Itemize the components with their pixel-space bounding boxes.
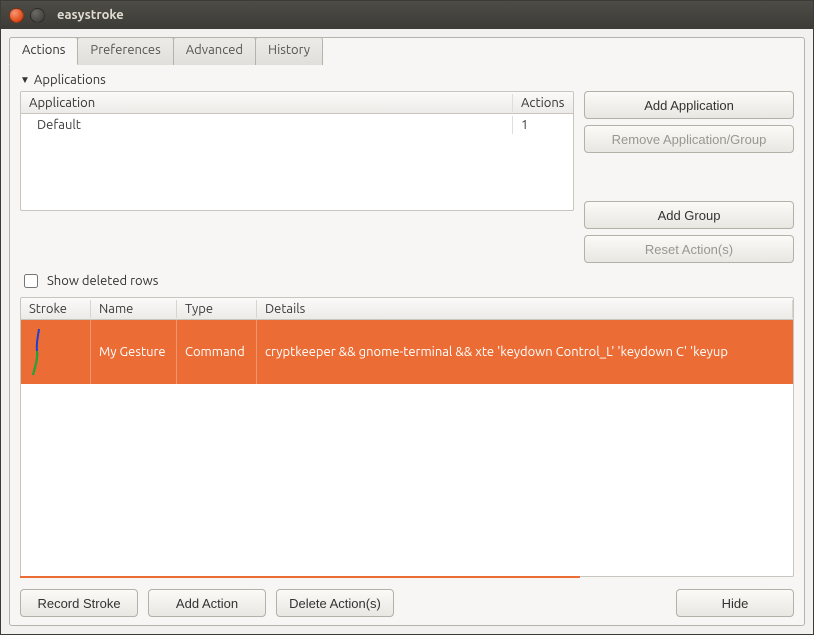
add-group-button[interactable]: Add Group (584, 201, 794, 229)
window-buttons (9, 8, 45, 23)
actions-header: Stroke Name Type Details (21, 298, 793, 320)
tabs: Actions Preferences Advanced History (9, 37, 322, 65)
applications-side-buttons: Add Application Remove Application/Group… (584, 91, 794, 263)
col-details[interactable]: Details (257, 300, 793, 318)
cell-type: Command (177, 320, 257, 384)
col-name[interactable]: Name (91, 300, 177, 318)
tab-history[interactable]: History (255, 37, 323, 65)
tab-actions[interactable]: Actions (9, 37, 78, 65)
reset-actions-button[interactable]: Reset Action(s) (584, 235, 794, 263)
window: easystroke Actions Preferences Advanced … (0, 0, 814, 635)
client-area: Actions Preferences Advanced History ▼ A… (1, 29, 813, 634)
cell-details: cryptkeeper && gnome-terminal && xte 'ke… (257, 320, 793, 384)
applications-table[interactable]: Application Actions Default 1 (20, 91, 574, 211)
add-action-button[interactable]: Add Action (148, 589, 266, 617)
tab-preferences[interactable]: Preferences (77, 37, 173, 65)
cell-actions: 1 (513, 116, 573, 134)
close-icon[interactable] (9, 8, 24, 23)
page-actions: ▼ Applications Application Actions Defau… (10, 65, 804, 625)
show-deleted-checkbox[interactable]: Show deleted rows (20, 271, 158, 291)
applications-expander[interactable]: ▼ Applications (20, 73, 794, 87)
spacer (584, 159, 794, 195)
table-row[interactable]: Default 1 (21, 114, 573, 136)
hide-button[interactable]: Hide (676, 589, 794, 617)
applications-header: Application Actions (21, 92, 573, 114)
applications-row: Application Actions Default 1 Add Applic… (20, 91, 794, 263)
titlebar: easystroke (1, 1, 813, 29)
applications-expander-label: Applications (34, 73, 106, 87)
cell-stroke (21, 320, 91, 384)
minimize-icon[interactable] (30, 8, 45, 23)
record-stroke-button[interactable]: Record Stroke (20, 589, 138, 617)
remove-application-button[interactable]: Remove Application/Group (584, 125, 794, 153)
notebook: Actions Preferences Advanced History ▼ A… (9, 37, 805, 626)
cell-application: Default (21, 116, 513, 134)
delete-actions-button[interactable]: Delete Action(s) (276, 589, 394, 617)
show-deleted-label: Show deleted rows (47, 274, 158, 288)
col-type[interactable]: Type (177, 300, 257, 318)
stroke-icon (29, 327, 47, 377)
table-row[interactable]: My Gesture Command cryptkeeper && gnome-… (21, 320, 793, 384)
show-deleted-row: Show deleted rows (20, 271, 794, 291)
bottom-buttons: Record Stroke Add Action Delete Action(s… (20, 589, 794, 617)
col-stroke[interactable]: Stroke (21, 300, 91, 318)
col-application[interactable]: Application (21, 94, 513, 112)
selection-underline (20, 576, 580, 578)
spacer (404, 589, 666, 617)
tab-advanced[interactable]: Advanced (173, 37, 256, 65)
add-application-button[interactable]: Add Application (584, 91, 794, 119)
actions-body: My Gesture Command cryptkeeper && gnome-… (21, 320, 793, 576)
col-actions[interactable]: Actions (513, 94, 573, 112)
actions-table[interactable]: Stroke Name Type Details (20, 297, 794, 577)
chevron-down-icon: ▼ (20, 74, 30, 86)
show-deleted-input[interactable] (24, 274, 38, 288)
window-title: easystroke (57, 8, 124, 22)
cell-name: My Gesture (91, 320, 177, 384)
